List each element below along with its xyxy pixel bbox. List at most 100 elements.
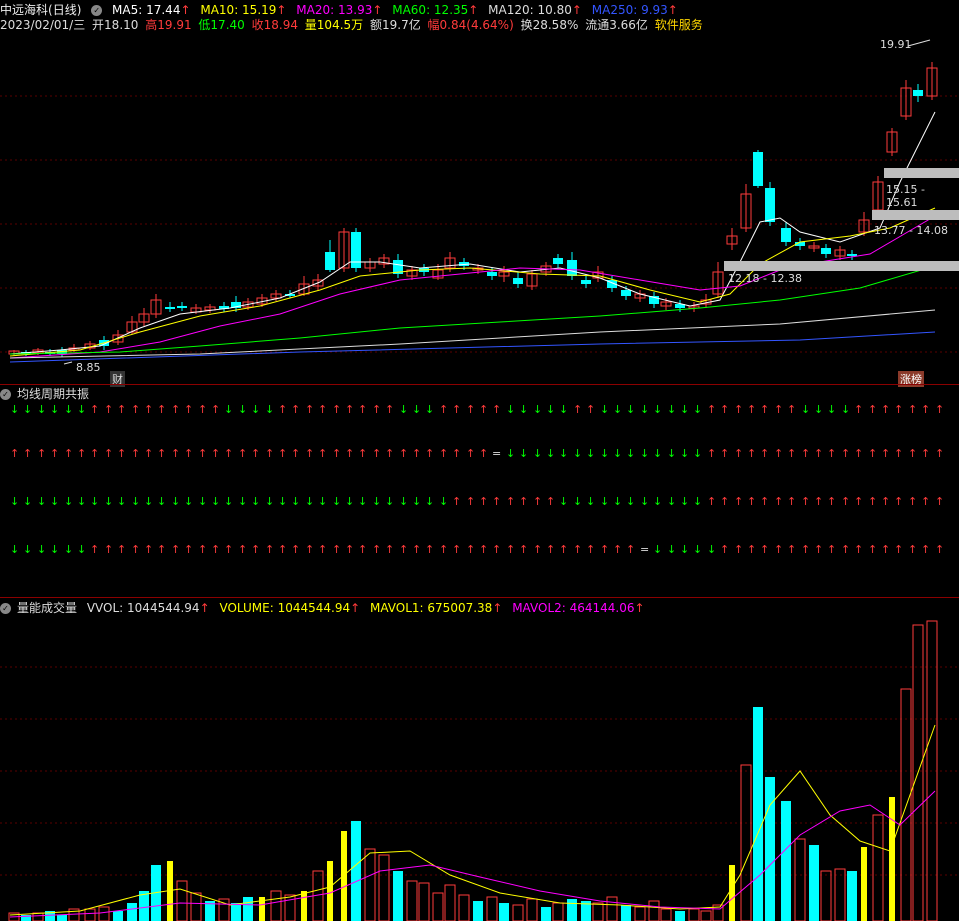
signal-up-icon: ↑: [827, 495, 837, 508]
signal-down-icon: ↓: [506, 447, 516, 460]
signal-up-icon: ↑: [466, 403, 476, 416]
settings-circle-icon[interactable]: ✓: [0, 603, 11, 614]
signal-up-icon: ↑: [492, 543, 502, 556]
signal-up-icon: ↑: [787, 447, 797, 460]
settings-circle-icon[interactable]: ✓: [91, 5, 103, 16]
period-label: (日线): [48, 3, 82, 17]
signal-up-icon: ↑: [908, 403, 918, 416]
industry-label[interactable]: 软件服务: [655, 18, 703, 32]
signal-up-icon: ↑: [600, 543, 610, 556]
signal-up-icon: ↑: [734, 543, 744, 556]
signal-down-icon: ↓: [546, 403, 556, 416]
volume-bar: [113, 911, 123, 921]
up-arrow-icon: ↑: [180, 3, 191, 17]
signal-up-icon: ↑: [814, 447, 824, 460]
signal-down-icon: ↓: [680, 543, 690, 556]
signal-down-icon: ↓: [533, 447, 543, 460]
candle-body: [621, 290, 631, 296]
signal-up-icon: ↑: [707, 495, 717, 508]
ma5-label: MA5: 17.44: [112, 3, 181, 17]
signal-down-icon: ↓: [37, 543, 47, 556]
signal-up-icon: ↑: [358, 447, 368, 460]
signal-up-icon: ↑: [144, 403, 154, 416]
signal-up-icon: ↑: [318, 543, 328, 556]
signal-down-icon: ↓: [519, 403, 529, 416]
signal-down-icon: ↓: [77, 495, 87, 508]
signal-up-icon: ↑: [224, 543, 234, 556]
signal-up-icon: ↑: [184, 403, 194, 416]
volume-bar: [740, 764, 752, 921]
signal-up-icon: ↑: [827, 447, 837, 460]
signal-down-icon: ↓: [117, 495, 127, 508]
volume-bar: [98, 906, 110, 921]
volume-bar: [341, 831, 347, 921]
signal-down-icon: ↓: [211, 495, 221, 508]
volume-bar: [127, 903, 137, 921]
signal-up-icon: ↑: [841, 495, 851, 508]
signal-up-icon: ↑: [466, 543, 476, 556]
signal-down-icon: ↓: [23, 543, 33, 556]
candle-body: [567, 260, 577, 276]
signal-up-icon: ↑: [452, 543, 462, 556]
signal-down-icon: ↓: [814, 403, 824, 416]
signal-up-icon: ↑: [734, 447, 744, 460]
up-arrow-icon: ↑: [372, 3, 383, 17]
signal-down-icon: ↓: [399, 495, 409, 508]
signal-down-icon: ↓: [372, 495, 382, 508]
signal-up-icon: ↑: [479, 543, 489, 556]
volume-bar: [847, 871, 857, 921]
ma20-line: [9, 215, 936, 359]
signal-up-icon: ↑: [50, 447, 60, 460]
ma60-label: MA60: 12.35: [392, 3, 469, 17]
volume-bar: [567, 899, 577, 921]
signal-down-icon: ↓: [626, 403, 636, 416]
signal-up-icon: ↑: [211, 447, 221, 460]
signal-up-icon: ↑: [720, 495, 730, 508]
signal-up-icon: ↑: [291, 543, 301, 556]
price-chart[interactable]: [0, 32, 959, 384]
volume-bar: [794, 838, 806, 921]
volume-bar: [364, 848, 376, 921]
volume-bar: [675, 911, 685, 921]
signal-up-icon: ↑: [492, 403, 502, 416]
signal-up-icon: ↑: [265, 447, 275, 460]
signal-down-icon: ↓: [693, 447, 703, 460]
signal-up-icon: ↑: [814, 543, 824, 556]
candle-body: [753, 152, 763, 186]
signal-down-icon: ↓: [613, 447, 623, 460]
zone3-label: 12.18 - 12.38: [728, 272, 802, 285]
signal-up-icon: ↑: [198, 447, 208, 460]
volume-bar: [243, 897, 253, 921]
signal-up-icon: ↑: [774, 543, 784, 556]
signal-up-icon: ↑: [546, 495, 556, 508]
volume-chart[interactable]: [0, 615, 959, 921]
ma250-line: [9, 331, 936, 363]
quote-row: 2023/02/01/三 开18.10 高19.91 低17.40 收18.94…: [0, 18, 709, 32]
signal-down-icon: ↓: [667, 403, 677, 416]
mavol1-line: [9, 724, 936, 916]
signal-up-icon: ↑: [452, 403, 462, 416]
volume-bar: [621, 905, 631, 921]
volume-bar: [473, 901, 483, 921]
up-arrow-icon: ↑: [492, 601, 503, 615]
signal-up-icon: ↑: [546, 543, 556, 556]
signal-up-icon: ↑: [814, 495, 824, 508]
volume-bar: [378, 854, 390, 921]
up-arrow-icon: ↑: [350, 601, 361, 615]
candle-body: [553, 258, 563, 264]
volume-label: 量104.5万: [304, 18, 364, 32]
signal-up-icon: ↑: [318, 447, 328, 460]
signal-up-icon: ↑: [131, 447, 141, 460]
ma20-label: MA20: 13.93: [296, 3, 373, 17]
signal-up-icon: ↑: [345, 543, 355, 556]
signal-down-icon: ↓: [506, 403, 516, 416]
signal-up-icon: ↑: [854, 543, 864, 556]
signal-up-icon: ↑: [372, 403, 382, 416]
signal-up-icon: ↑: [184, 543, 194, 556]
signal-up-icon: ↑: [935, 447, 945, 460]
signal-down-icon: ↓: [412, 403, 422, 416]
signal-up-icon: ↑: [760, 543, 770, 556]
up-arrow-icon: ↑: [667, 3, 678, 17]
signal-up-icon: ↑: [198, 403, 208, 416]
panel-divider: [0, 597, 959, 598]
